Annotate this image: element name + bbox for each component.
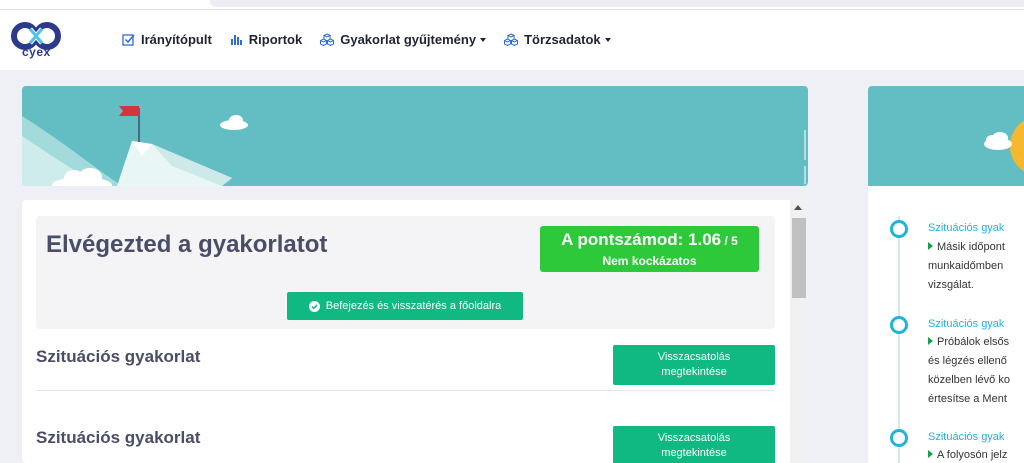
nav-label-iranyitopult: Irányítópult — [141, 32, 212, 47]
scroll-thumb[interactable] — [792, 218, 806, 298]
section-divider — [36, 390, 775, 391]
timeline-title: Szituációs gyak — [928, 431, 1005, 443]
result-summary: Elvégezted a gyakorlatot A pontszámod: 1… — [36, 216, 775, 329]
chevron-down-icon — [480, 37, 487, 42]
nav-label-riportok: Riportok — [248, 32, 303, 47]
nav-label-torzsadatok: Törzsadatok — [524, 32, 601, 47]
view-feedback-button[interactable]: Visszacsatolás megtekintése — [613, 345, 775, 385]
score-badge: A pontszámod: 1.06 / 5 Nem kockázatos — [540, 226, 759, 272]
timeline-text: A folyosón jelz — [928, 446, 1007, 463]
finish-button-label: Befejezés és visszatérés a főoldalra — [325, 300, 502, 312]
check-circle-icon — [308, 300, 320, 312]
browser-top-strip — [0, 0, 1024, 10]
feedback-button-line1: Visszacsatolás — [657, 432, 731, 444]
timeline-title: Szituációs gyak — [928, 222, 1005, 234]
timeline-line-text: munkaidőmben — [928, 260, 1004, 272]
timeline-dot-icon — [890, 316, 908, 334]
timeline-panel: Szituációs gyak Másik időpont munkaidőmb… — [868, 186, 1024, 463]
timeline-line-text: Másik időpont — [937, 241, 1005, 253]
feedback-button-line2: megtekintése — [661, 447, 727, 459]
timeline-line-text: értesítse a Ment — [928, 393, 1007, 405]
feedback-button-line1: Visszacsatolás — [657, 351, 731, 363]
checkbox-icon — [122, 34, 135, 46]
scroll-up-arrow-icon[interactable] — [794, 205, 802, 210]
result-card: Elvégezted a gyakorlatot A pontszámod: 1… — [22, 200, 808, 463]
banner-illustration-right — [868, 86, 1024, 186]
scrollbar[interactable] — [790, 200, 808, 463]
bar-chart-icon — [230, 35, 242, 45]
caret-right-icon — [928, 450, 933, 458]
navbar: cyex Irányítópult Riportok Gyakorlat gyű… — [0, 10, 1024, 70]
logo-text: cyex — [22, 45, 51, 59]
feedback-button-line2: megtekintése — [661, 366, 727, 378]
main-nav: Irányítópult Riportok Gyakorlat gyűjtemé… — [122, 32, 629, 47]
top-strip-shadow — [210, 0, 1024, 7]
nav-item-riportok[interactable]: Riportok — [230, 32, 302, 47]
result-title: Elvégezted a gyakorlatot — [46, 231, 328, 258]
cubes-icon — [320, 33, 335, 46]
timeline-dot-icon — [890, 220, 908, 238]
timeline-dot-icon — [890, 429, 908, 447]
nav-item-iranyitopult[interactable]: Irányítópult — [122, 32, 212, 47]
section-title: Szituációs gyakorlat — [36, 347, 201, 366]
timeline-line-text: és légzés ellenő — [928, 355, 1007, 367]
banner-illustration — [22, 86, 808, 186]
nav-item-gyakorlat-gyujtemeny[interactable]: Gyakorlat gyűjtemény — [320, 32, 487, 47]
risk-label: Nem kockázatos — [602, 254, 697, 268]
score-max: / 5 — [721, 234, 738, 248]
timeline-line-text: A folyosón jelz — [937, 449, 1008, 461]
timeline-title: Szituációs gyak — [928, 318, 1005, 330]
nav-item-torzsadatok[interactable]: Törzsadatok — [504, 32, 611, 47]
timeline-line-text: közelben lévő ko — [928, 374, 1010, 386]
chevron-down-icon — [604, 37, 611, 42]
score-label: A pontszámod: 1.06 — [561, 230, 722, 249]
finish-and-return-button[interactable]: Befejezés és visszatérés a főoldalra — [287, 292, 523, 320]
caret-right-icon — [928, 242, 933, 250]
caret-right-icon — [928, 337, 933, 345]
view-feedback-button[interactable]: Visszacsatolás megtekintése — [613, 426, 775, 463]
timeline-line — [898, 216, 900, 463]
cubes-icon — [504, 33, 519, 46]
score-line: A pontszámod: 1.06 / 5 — [540, 230, 759, 250]
timeline-line-text: Próbálok elsős — [937, 336, 1010, 348]
timeline-text: Másik időpont munkaidőmben vizsgálat. — [928, 238, 1005, 295]
section-title: Szituációs gyakorlat — [36, 428, 201, 447]
timeline-text: Próbálok elsős és légzés ellenő közelben… — [928, 333, 1010, 409]
timeline-line-text: vizsgálat. — [928, 279, 974, 291]
nav-label-gyakorlat-gyujtemeny: Gyakorlat gyűjtemény — [340, 32, 477, 47]
